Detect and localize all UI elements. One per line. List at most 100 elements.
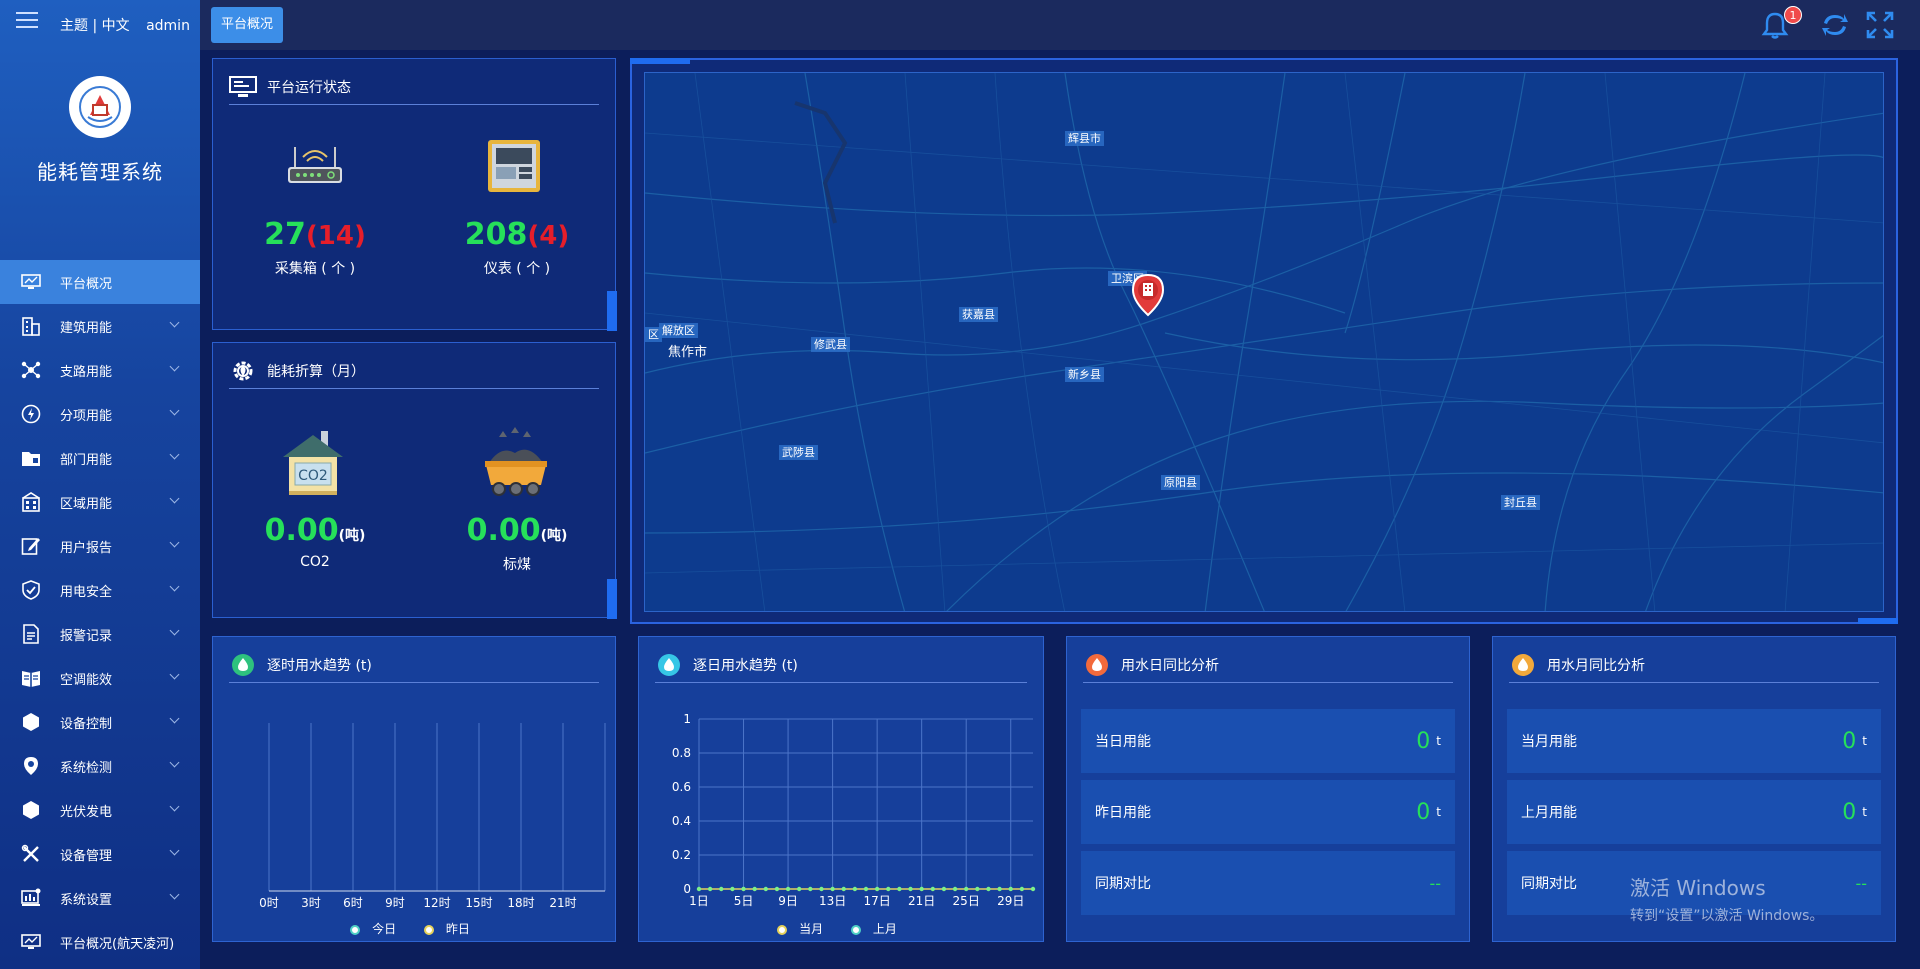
sidebar-item-label: 空调能效 [60, 672, 113, 688]
sidebar-item-label: 用户报告 [60, 540, 113, 556]
sidebar-item-pv-generation[interactable]: 光伏发电 [0, 788, 200, 832]
legend-item-current-month[interactable]: 当月 [777, 922, 831, 936]
app-logo [69, 76, 131, 138]
row-value: -- [1855, 873, 1867, 893]
row-unit: t [1862, 805, 1867, 819]
sidebar-item-label: 光伏发电 [60, 804, 113, 820]
sidebar-item-region[interactable]: 区域用能 [0, 480, 200, 524]
data-point [763, 886, 768, 892]
server-icon [229, 73, 257, 101]
panel-title: 平台运行状态 [267, 79, 351, 96]
collector-stat: 27(14) 采集箱 ( 个 ) [235, 217, 395, 278]
water-drop-icon [1083, 651, 1111, 679]
chart-legend: 当月 上月 [639, 920, 1043, 937]
sidebar-item-label: 用电安全 [60, 584, 113, 600]
sidebar-item-branch[interactable]: 支路用能 [0, 348, 200, 392]
row-label: 当月用能 [1521, 734, 1577, 750]
x-tick-label: 12时 [423, 896, 450, 910]
panel-title: 用水日同比分析 [1121, 657, 1219, 674]
legend-label: 昨日 [445, 922, 470, 936]
sidebar-item-device-control[interactable]: 设备控制 [0, 700, 200, 744]
panel-header: 能耗折算（月） [229, 353, 599, 389]
data-point [964, 886, 969, 892]
sidebar-item-overview[interactable]: 平台概况 [0, 260, 200, 304]
data-point [897, 886, 902, 892]
legend-item-today[interactable]: 今日 [350, 922, 404, 936]
tab-overview[interactable]: 平台概况 [211, 7, 284, 43]
map-label-xinxiang: 新乡县 [1065, 367, 1104, 382]
sidebar-nav: 平台概况 建筑用能 支路用能 分项用能 部门用能 区域用能 用户报告 用电安全 … [0, 260, 200, 964]
chevron-down-icon [169, 625, 180, 636]
sidebar: 主题 | 中文 admin ▼ 能耗管理系统 平台概况 建筑用能 [0, 0, 214, 969]
settings-monitor-icon [20, 887, 42, 909]
today-usage-row: 当日用能 0 t [1081, 709, 1455, 773]
coal-label: 标煤 [503, 557, 531, 573]
hexagon-icon [20, 799, 42, 821]
coal-stat: 0.00(吨) 标煤 [437, 513, 597, 574]
panel-corner-decoration [630, 58, 690, 64]
x-tick-label: 21时 [549, 896, 576, 910]
row-label: 当日用能 [1095, 734, 1151, 750]
x-tick-label: 25日 [953, 894, 980, 908]
sidebar-item-alarm-records[interactable]: 报警记录 [0, 612, 200, 656]
legend-item-yesterday[interactable]: 昨日 [423, 922, 478, 936]
row-value: -- [1429, 873, 1441, 893]
sidebar-item-system-detection[interactable]: 系统检测 [0, 744, 200, 788]
fullscreen-icon[interactable] [1865, 10, 1895, 40]
data-point [941, 886, 947, 892]
data-point [997, 886, 1002, 892]
legend-label: 上月 [872, 922, 897, 936]
refresh-icon[interactable] [1820, 10, 1850, 40]
meter-icon [487, 139, 541, 197]
top-bar: 平台概况 1 [200, 0, 1920, 50]
lightning-icon [20, 403, 42, 425]
sidebar-item-user-report[interactable]: 用户报告 [0, 524, 200, 568]
legend-item-last-month[interactable]: 上月 [850, 922, 905, 936]
this-month-usage-row: 当月用能 0 t [1507, 709, 1881, 773]
data-point [975, 886, 980, 892]
y-tick-label: 0.2 [672, 848, 691, 862]
legend-marker-icon [850, 924, 861, 935]
chart-legend: 今日 昨日 [213, 920, 615, 937]
chevron-down-icon [169, 493, 180, 504]
data-point [986, 886, 991, 892]
sidebar-item-system-settings[interactable]: 系统设置 [0, 876, 200, 920]
x-tick-label: 13日 [819, 894, 846, 908]
sidebar-item-label: 设备管理 [60, 848, 113, 864]
hourly-water-chart: 0时 3时 6时 9时 12时 15时 18时 21时 [259, 723, 606, 910]
legend-label: 今日 [372, 922, 397, 936]
x-tick-label: 21日 [908, 894, 935, 908]
sidebar-item-device-management[interactable]: 设备管理 [0, 832, 200, 876]
router-icon [285, 137, 345, 195]
watermark-subtitle: 转到“设置”以激活 Windows。 [1630, 908, 1824, 924]
sidebar-item-electric-safety[interactable]: 用电安全 [0, 568, 200, 612]
data-point [696, 886, 702, 892]
map-view[interactable]: 辉县市 卫滨区 获嘉县 解放区 区 焦作市 修武县 新乡县 武陟县 原阳县 封丘… [644, 72, 1884, 612]
chevron-down-icon [169, 801, 180, 812]
collector-count: 27 [264, 217, 306, 252]
x-tick-label: 17日 [863, 894, 890, 908]
building-location-marker-icon[interactable] [1131, 273, 1165, 321]
co2-label: CO2 [300, 554, 330, 570]
theme-language-link[interactable]: 主题 | 中文 [60, 18, 130, 34]
x-tick-label: 15时 [465, 896, 492, 910]
panel-title: 能耗折算（月） [267, 363, 365, 380]
data-point [707, 886, 713, 892]
sidebar-item-subitem[interactable]: 分项用能 [0, 392, 200, 436]
menu-toggle-icon[interactable] [16, 12, 38, 30]
hourly-water-panel: 逐时用水趋势 (t) 0时 3时 6时 9时 12时 15时 18时 21时 今日 昨日 [212, 636, 616, 942]
data-point [1019, 886, 1025, 892]
chevron-down-icon [169, 537, 180, 548]
data-point [908, 886, 913, 892]
watermark-title: 激活 Windows [1630, 876, 1766, 900]
sidebar-item-ac-efficiency[interactable]: 空调能效 [0, 656, 200, 700]
sidebar-item-building[interactable]: 建筑用能 [0, 304, 200, 348]
data-point [1008, 886, 1013, 892]
sidebar-item-overview-htlh[interactable]: 平台概况(航天凌河) [0, 920, 200, 964]
sidebar-item-label: 支路用能 [60, 364, 113, 380]
main-content: 平台运行状态 27(14) 采集箱 ( 个 ) 208(4) 仪表 ( 个 ) … [200, 50, 1920, 969]
legend-marker-icon [350, 924, 361, 935]
chevron-down-icon [169, 405, 180, 416]
sidebar-item-department[interactable]: 部门用能 [0, 436, 200, 480]
panel-header: 用水月同比分析 [1509, 647, 1879, 683]
